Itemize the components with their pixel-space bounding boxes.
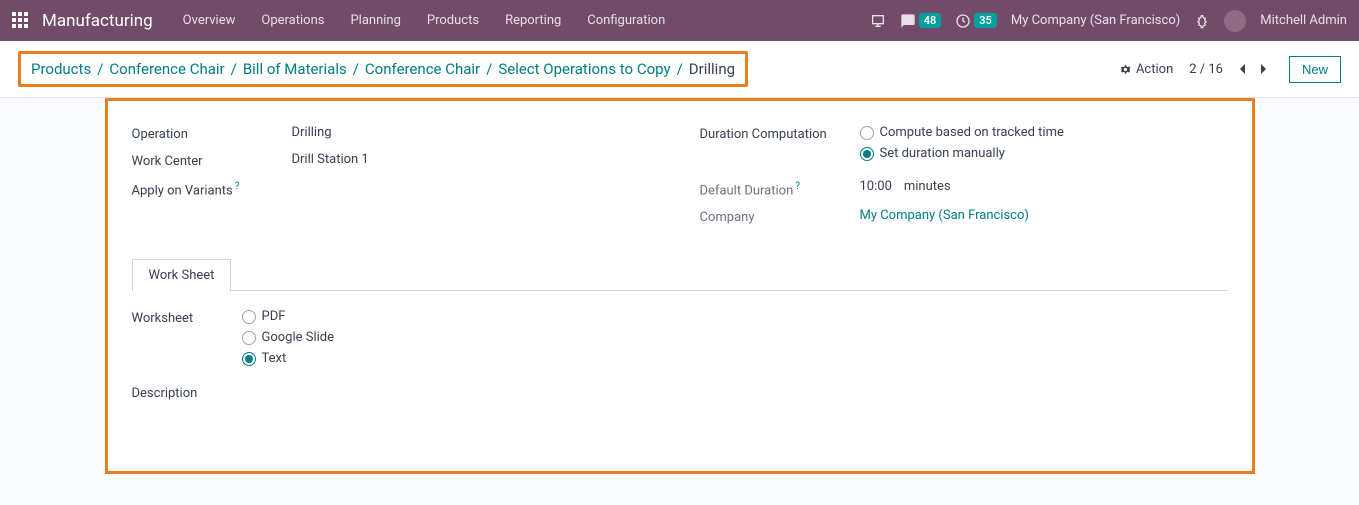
apps-icon[interactable]	[12, 12, 30, 30]
debug-icon[interactable]	[1194, 13, 1210, 29]
radio-icon	[860, 126, 874, 140]
topbar-right: 48 35 My Company (San Francisco) Mitchel…	[870, 10, 1347, 32]
operation-label: Operation	[132, 125, 292, 142]
breadcrumb-item[interactable]: Conference Chair	[109, 60, 224, 78]
control-panel: Products/ Conference Chair/ Bill of Mate…	[0, 41, 1359, 98]
breadcrumb-current: Drilling	[689, 60, 735, 78]
radio-pdf[interactable]: PDF	[242, 309, 1228, 324]
workcenter-label: Work Center	[132, 152, 292, 169]
help-icon[interactable]: ?	[795, 181, 800, 192]
app-title: Manufacturing	[42, 11, 153, 31]
activity-icon[interactable]: 35	[955, 13, 997, 29]
chevron-right-icon	[1259, 63, 1269, 75]
pager-value[interactable]: 2 / 16	[1189, 62, 1223, 77]
radio-icon	[242, 352, 256, 366]
control-right: Action 2 / 16 New	[1119, 56, 1341, 83]
form-left-column: Operation Drilling Work Center Drill Sta…	[132, 125, 660, 235]
phone-icon[interactable]	[870, 13, 886, 29]
pager-next[interactable]	[1255, 61, 1273, 77]
worksheet-label: Worksheet	[132, 309, 242, 326]
help-icon[interactable]: ?	[235, 181, 240, 192]
radio-icon	[860, 147, 874, 161]
workcenter-value[interactable]: Drill Station 1	[292, 152, 660, 167]
radio-tracked-time[interactable]: Compute based on tracked time	[860, 125, 1228, 140]
action-button[interactable]: Action	[1119, 62, 1173, 77]
activity-badge: 35	[974, 13, 997, 28]
user-name[interactable]: Mitchell Admin	[1260, 13, 1347, 28]
variants-label: Apply on Variants?	[132, 179, 292, 198]
radio-icon	[242, 310, 256, 324]
menu-configuration[interactable]: Configuration	[577, 7, 675, 34]
form-sheet: Operation Drilling Work Center Drill Sta…	[105, 98, 1255, 474]
radio-text[interactable]: Text	[242, 351, 1228, 366]
breadcrumb-item[interactable]: Select Operations to Copy	[498, 60, 670, 78]
breadcrumb-item[interactable]: Conference Chair	[365, 60, 480, 78]
chevron-left-icon	[1237, 63, 1247, 75]
company-switcher[interactable]: My Company (San Francisco)	[1011, 13, 1180, 28]
radio-manual-duration[interactable]: Set duration manually	[860, 146, 1228, 161]
company-value[interactable]: My Company (San Francisco)	[860, 208, 1228, 223]
messages-badge: 48	[919, 13, 942, 28]
form-right-column: Duration Computation Compute based on tr…	[700, 125, 1228, 235]
new-button[interactable]: New	[1289, 56, 1341, 83]
duration-computation-radios: Compute based on tracked time Set durati…	[860, 125, 1228, 161]
default-duration-value[interactable]: 10:00	[860, 179, 892, 194]
top-navbar: Manufacturing Overview Operations Planni…	[0, 0, 1359, 41]
menu-reporting[interactable]: Reporting	[495, 7, 571, 34]
notebook-tabs: Work Sheet	[132, 259, 1228, 291]
messages-icon[interactable]: 48	[900, 13, 942, 29]
company-label: Company	[700, 208, 860, 225]
pager-prev[interactable]	[1233, 61, 1251, 77]
menu-products[interactable]: Products	[417, 7, 489, 34]
radio-google-slide[interactable]: Google Slide	[242, 330, 1228, 345]
operation-value[interactable]: Drilling	[292, 125, 660, 140]
avatar[interactable]	[1224, 10, 1246, 32]
breadcrumb: Products/ Conference Chair/ Bill of Mate…	[18, 51, 748, 87]
menu-overview[interactable]: Overview	[173, 7, 246, 34]
duration-computation-label: Duration Computation	[700, 125, 860, 142]
tab-worksheet-content: Worksheet PDF Google Slide T	[132, 291, 1228, 401]
worksheet-radios: PDF Google Slide Text	[242, 309, 1228, 366]
default-duration-label: Default Duration?	[700, 179, 860, 198]
radio-icon	[242, 331, 256, 345]
tab-worksheet[interactable]: Work Sheet	[132, 259, 232, 291]
action-label: Action	[1136, 62, 1173, 77]
breadcrumb-item[interactable]: Bill of Materials	[243, 60, 347, 78]
menu-planning[interactable]: Planning	[340, 7, 410, 34]
menu-operations[interactable]: Operations	[251, 7, 334, 34]
default-duration-unit: minutes	[904, 179, 951, 194]
gear-icon	[1119, 63, 1132, 76]
breadcrumb-item[interactable]: Products	[31, 60, 91, 78]
main-menu: Overview Operations Planning Products Re…	[173, 7, 676, 34]
description-label: Description	[132, 384, 242, 401]
pager: 2 / 16	[1189, 61, 1273, 77]
